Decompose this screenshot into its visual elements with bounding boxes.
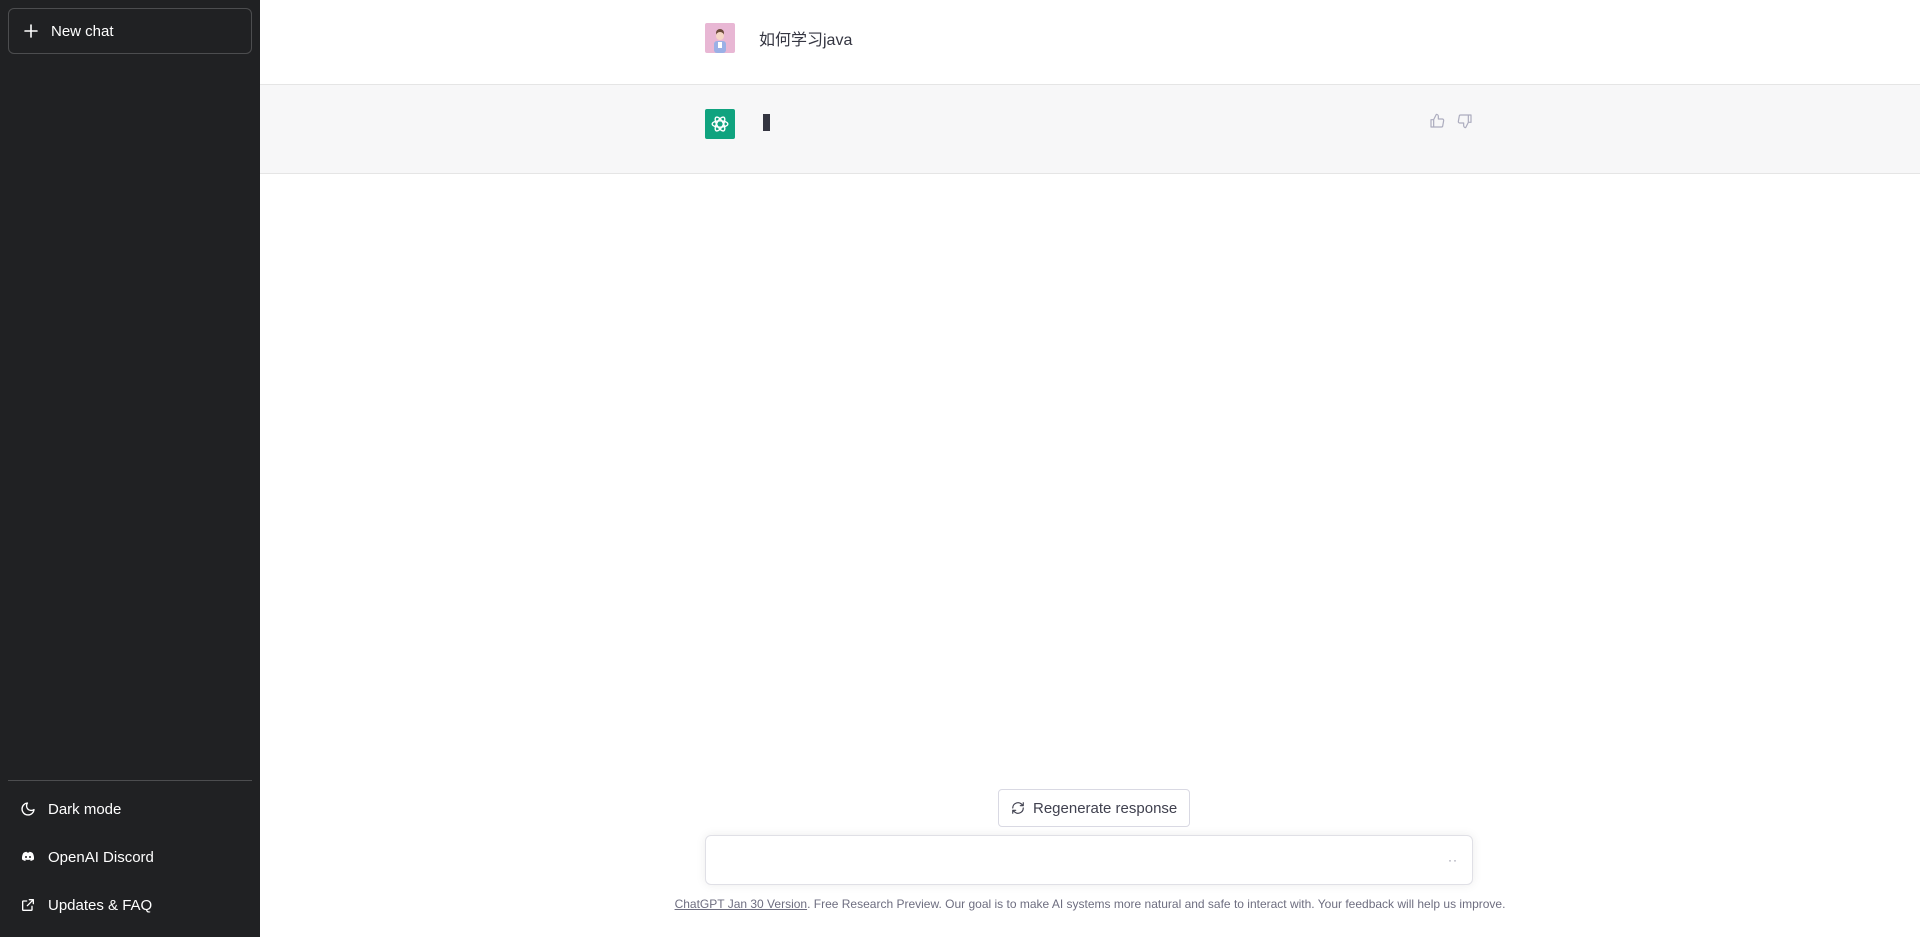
footer-disclaimer: ChatGPT Jan 30 Version. Free Research Pr… xyxy=(260,897,1920,911)
sidebar-divider xyxy=(8,780,252,781)
moon-icon xyxy=(20,801,36,817)
typing-cursor xyxy=(763,114,770,131)
thumbs-up-icon[interactable] xyxy=(1429,113,1445,129)
app-window: New chat Dark mode OpenAI Discord Update… xyxy=(0,0,1920,937)
message-input[interactable] xyxy=(722,850,1422,872)
new-chat-label: New chat xyxy=(51,22,114,40)
loading-dots: ·· xyxy=(1448,853,1458,867)
footer-note-text: . Free Research Preview. Our goal is to … xyxy=(807,897,1506,911)
dark-mode-label: Dark mode xyxy=(48,800,122,818)
conversation-history xyxy=(8,54,252,780)
user-message-row: 如何学习java xyxy=(260,0,1920,85)
regenerate-response-button[interactable]: Regenerate response xyxy=(998,789,1191,827)
message-input-box: ·· xyxy=(705,835,1473,885)
plus-icon xyxy=(23,23,39,39)
user-avatar xyxy=(705,23,735,53)
dark-mode-button[interactable]: Dark mode xyxy=(8,785,252,833)
refresh-icon xyxy=(1012,802,1024,814)
updates-faq-link[interactable]: Updates & FAQ xyxy=(8,881,252,929)
regenerate-label: Regenerate response xyxy=(1033,799,1178,817)
chat-main: 如何学习java Regenerate response ·· ChatGPT … xyxy=(260,0,1920,937)
openai-discord-link[interactable]: OpenAI Discord xyxy=(8,833,252,881)
chatgpt-logo-icon xyxy=(705,109,735,139)
user-message-inner: 如何学习java xyxy=(705,0,1473,84)
thumbs-down-icon[interactable] xyxy=(1457,113,1473,129)
version-link[interactable]: ChatGPT Jan 30 Version xyxy=(675,897,808,911)
discord-label: OpenAI Discord xyxy=(48,848,154,866)
assistant-message-row xyxy=(260,85,1920,174)
user-message-text: 如何学习java xyxy=(759,32,853,49)
updates-faq-label: Updates & FAQ xyxy=(48,896,153,914)
new-chat-button[interactable]: New chat xyxy=(8,8,252,54)
discord-icon xyxy=(20,849,36,865)
assistant-message-inner xyxy=(705,85,1473,173)
feedback-buttons xyxy=(1429,113,1473,129)
sidebar: New chat Dark mode OpenAI Discord Update… xyxy=(0,0,260,937)
external-link-icon xyxy=(20,897,36,913)
